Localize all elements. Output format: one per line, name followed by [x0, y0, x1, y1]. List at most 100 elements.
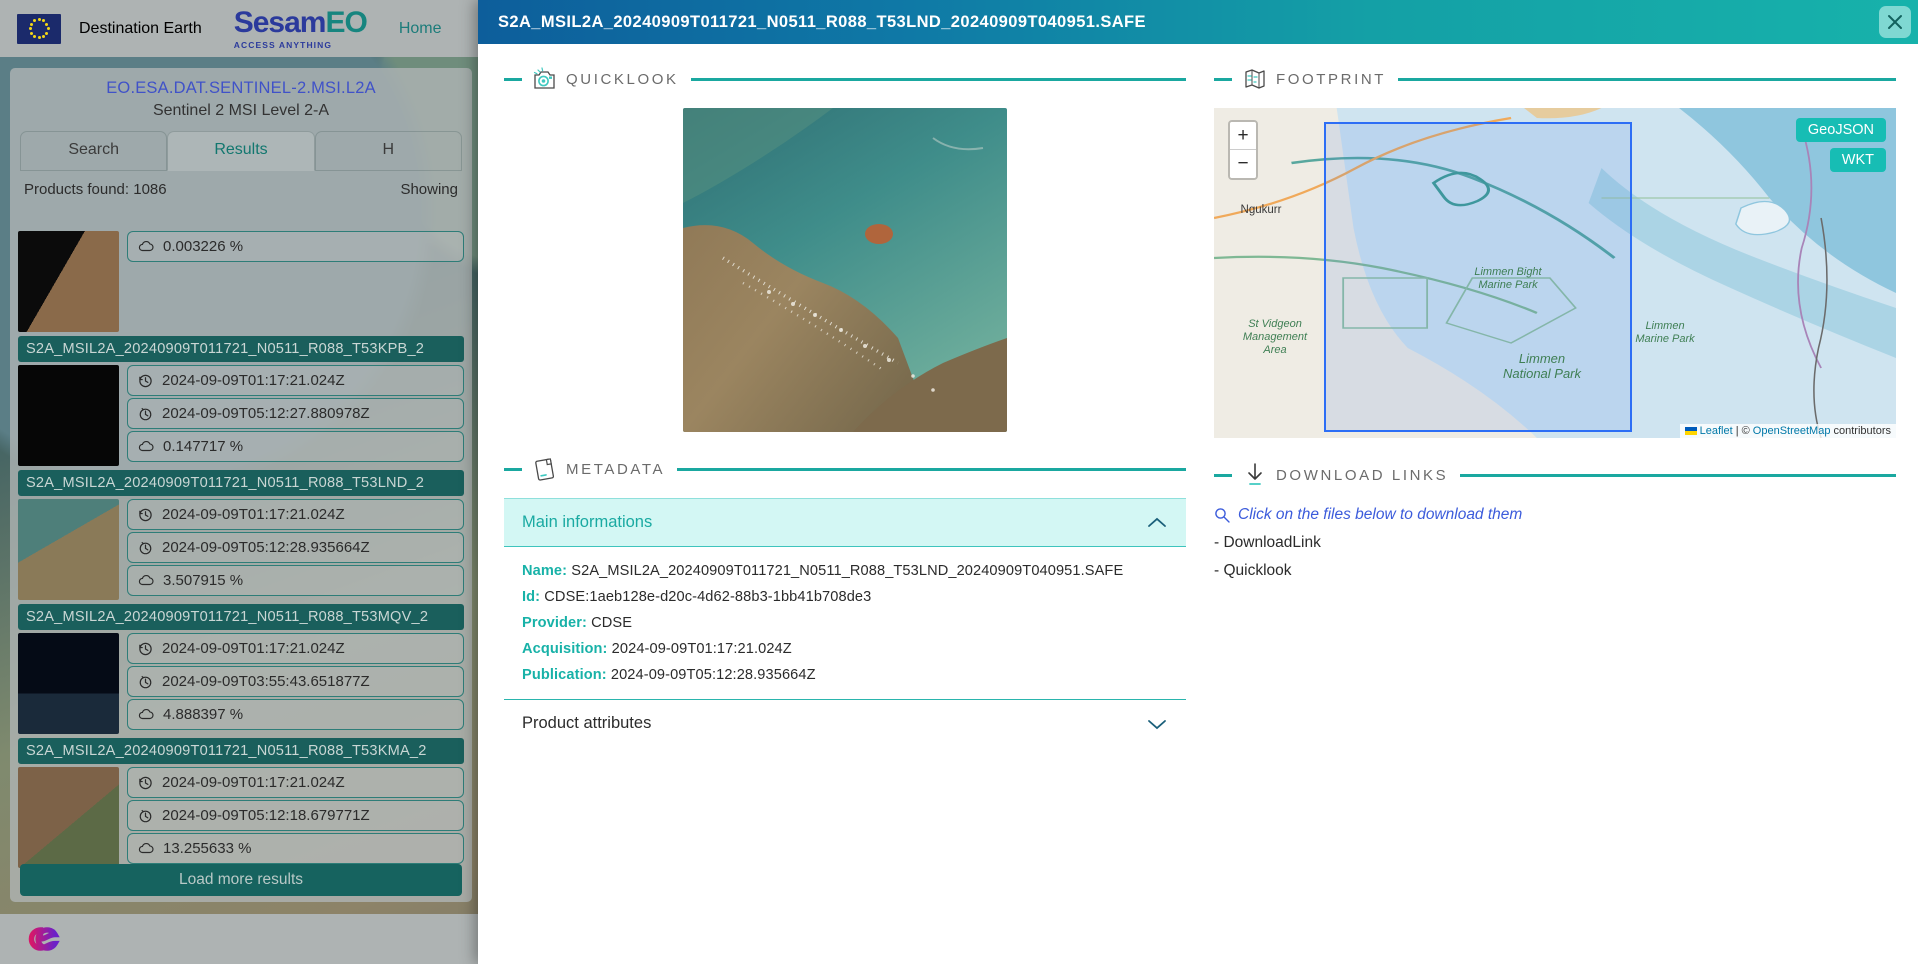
map-label-ngukurr: Ngukurr	[1240, 204, 1282, 216]
result-list[interactable]: 0.003226 % S2A_MSIL2A_20240909T011721_N05…	[10, 228, 472, 868]
result-attribute-row: 3.507915 %	[127, 565, 464, 596]
geojson-button[interactable]: GeoJSON	[1795, 118, 1886, 142]
result-card[interactable]: S2A_MSIL2A_20240909T011721_N0511_R088_T5…	[10, 470, 472, 600]
result-thumbnail[interactable]	[18, 767, 119, 868]
accordion-main-informations[interactable]: Main informations	[504, 499, 1186, 547]
brand-title: Destination Earth	[79, 19, 202, 37]
result-attribute-value: 2024-09-09T01:17:21.024Z	[162, 506, 345, 523]
quicklook-image[interactable]	[683, 108, 1007, 432]
leaflet-link[interactable]: Leaflet	[1700, 425, 1733, 437]
field-key: Name:	[522, 563, 568, 579]
zoom-in-button[interactable]: +	[1230, 122, 1256, 150]
result-card-title[interactable]: S2A_MSIL2A_20240909T011721_N0511_R088_T5…	[18, 336, 464, 362]
result-thumbnail[interactable]	[18, 499, 119, 600]
eu-star	[33, 19, 36, 23]
accordion-product-attributes[interactable]: Product attributes	[504, 700, 1186, 747]
zoom-out-button[interactable]: −	[1230, 150, 1256, 178]
result-thumbnail[interactable]	[18, 365, 119, 466]
metadata-accordion: Main informations Name: S2A_MSIL2A_20240…	[504, 498, 1186, 747]
tab-search[interactable]: Search	[20, 131, 168, 171]
result-attribute-row: 2024-09-09T01:17:21.024Z	[127, 767, 464, 798]
copyright-symbol: ©	[1741, 425, 1750, 437]
close-button[interactable]	[1879, 6, 1911, 38]
geometry-export-buttons: GeoJSON WKT	[1795, 118, 1886, 172]
wkt-button[interactable]: WKT	[1829, 148, 1886, 172]
field-value: 2024-09-09T01:17:21.024Z	[611, 641, 792, 657]
result-card-title[interactable]: S2A_MSIL2A_20240909T011721_N0511_R088_T5…	[18, 604, 464, 630]
sesameo-logo[interactable]: SesamEO ACCESS ANYTHING	[233, 7, 368, 50]
eu-star	[29, 22, 33, 26]
result-attribute-rows: 2024-09-09T01:17:21.024Z 2024-09-09T05:12…	[127, 499, 464, 600]
result-thumbnail[interactable]	[18, 633, 119, 734]
result-attribute-value: 2024-09-09T03:55:43.651877Z	[162, 673, 370, 690]
metadata-field-provider: Provider: CDSE	[522, 615, 1168, 631]
result-card-body: 2024-09-09T01:17:21.024Z 2024-09-09T05:12…	[10, 496, 472, 600]
result-attribute-row: 0.003226 %	[127, 231, 464, 262]
product-detail-modal: S2A_MSIL2A_20240909T011721_N0511_R088_T5…	[478, 0, 1918, 964]
map-attribution: Leaflet | © OpenStreetMap contributors	[1679, 424, 1896, 438]
field-key: Provider:	[522, 615, 587, 631]
result-attribute-row: 2024-09-09T05:12:28.935664Z	[127, 532, 464, 563]
field-value: CDSE	[591, 615, 633, 631]
section-rule	[677, 467, 1186, 471]
field-value: S2A_MSIL2A_20240909T011721_N0511_R088_T5…	[571, 563, 1124, 579]
download-links-section-label: DOWNLOAD LINKS	[1276, 466, 1449, 484]
section-dash	[504, 77, 522, 81]
eu-star	[46, 27, 50, 30]
result-card[interactable]: S2A_MSIL2A_20240909T011721_N0511_R088_T5…	[10, 604, 472, 734]
download-arrow-icon	[1240, 460, 1270, 490]
metadata-field-acquisition: Acquisition: 2024-09-09T01:17:21.024Z	[522, 641, 1168, 657]
result-card[interactable]: S2A_MSIL2A_20240909T011721_N0511_R088_T5…	[10, 336, 472, 466]
field-key: Acquisition:	[522, 641, 608, 657]
result-card[interactable]: S2A_MSIL2A_20240909T011721_N0511_R088_T5…	[10, 738, 472, 868]
result-attribute-value: 0.147717 %	[163, 438, 244, 455]
section-rule	[1460, 473, 1896, 477]
download-item-quicklook[interactable]: - Quicklook	[1214, 562, 1896, 580]
result-card-title[interactable]: S2A_MSIL2A_20240909T011721_N0511_R088_T5…	[18, 470, 464, 496]
result-attribute-value: 13.255633 %	[163, 840, 252, 857]
result-attribute-value: 3.507915 %	[163, 572, 244, 589]
tab-history[interactable]: H	[314, 131, 462, 171]
result-card-title[interactable]: S2A_MSIL2A_20240909T011721_N0511_R088_T5…	[18, 738, 464, 764]
products-found-label: Products found: 1086	[24, 181, 167, 198]
result-attribute-row: 0.147717 %	[127, 431, 464, 462]
load-more-results-button[interactable]: Load more results	[20, 864, 462, 896]
metadata-field-publication: Publication: 2024-09-09T05:12:28.935664Z	[522, 667, 1168, 683]
field-key: Id:	[522, 589, 541, 605]
tab-results[interactable]: Results	[167, 131, 315, 171]
collection-name: Sentinel 2 MSI Level 2-A	[152, 102, 330, 119]
attribution-separator: |	[1735, 425, 1739, 437]
result-thumbnail[interactable]	[18, 231, 119, 332]
eu-flag-icon	[17, 13, 61, 44]
result-attribute-row: 2024-09-09T01:17:21.024Z	[127, 499, 464, 530]
result-attribute-value: 2024-09-09T05:12:18.679771Z	[162, 807, 370, 824]
eu-star	[37, 36, 41, 39]
section-rule	[1398, 77, 1896, 81]
eu-star	[45, 22, 49, 26]
result-attribute-value: 2024-09-09T05:12:28.935664Z	[162, 539, 370, 556]
quicklook-section-label: QUICKLOOK	[566, 70, 679, 88]
map-label-limmen-marine-park: Limmen Marine Park	[1635, 320, 1695, 345]
section-rule	[690, 77, 1186, 81]
nav-item-home[interactable]: Home	[399, 20, 442, 38]
result-attribute-row: 13.255633 %	[127, 833, 464, 864]
results-panel: EO.ESA.DAT.SENTINEL-2.MSI.L2A Sentinel 2…	[10, 68, 472, 902]
result-attribute-value: 0.003226 %	[163, 238, 244, 255]
ukraine-flag-icon	[1684, 427, 1697, 435]
showing-label: Showing	[400, 181, 458, 198]
sesameo-tagline: ACCESS ANYTHING	[233, 39, 333, 50]
section-dash	[1214, 473, 1232, 477]
result-attribute-value: 2024-09-09T05:12:27.880978Z	[162, 405, 370, 422]
document-icon	[530, 454, 560, 484]
infinity-logo-icon	[28, 927, 60, 951]
map-zoom-controls: + −	[1228, 120, 1258, 180]
result-attribute-row: 2024-09-09T05:12:18.679771Z	[127, 800, 464, 831]
openstreetmap-link[interactable]: OpenStreetMap	[1753, 425, 1831, 437]
chevron-down-icon	[1148, 719, 1166, 729]
download-item-downloadlink[interactable]: - DownloadLink	[1214, 534, 1896, 552]
right-column: FOOTPRINT + − GeoJSON WKT Ngukurr St Vid…	[1214, 56, 1896, 580]
result-card[interactable]: 0.003226 %	[10, 228, 472, 332]
accordion-label: Product attributes	[522, 714, 652, 732]
footprint-map[interactable]: + − GeoJSON WKT Ngukurr St Vidgeon Manag…	[1214, 108, 1896, 438]
panel-tabs: Search Results H	[10, 131, 472, 171]
